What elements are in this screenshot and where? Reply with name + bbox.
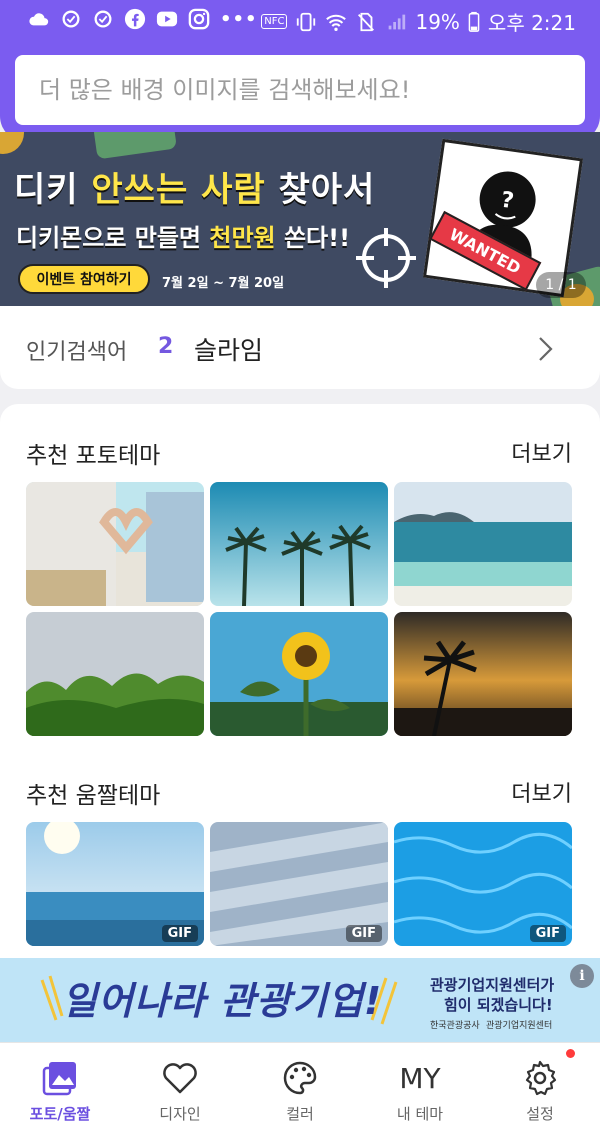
crosshair-icon xyxy=(356,228,416,288)
popular-search-term[interactable]: 슬라임 xyxy=(194,331,263,367)
clock: 오후 2:21 xyxy=(487,11,576,35)
status-icons-right: NFC 19% 오후 2:21 xyxy=(261,7,576,36)
no-sim-icon xyxy=(355,11,377,33)
nav-item-settings[interactable]: 설정 xyxy=(480,1043,600,1130)
nav-item-design[interactable]: 디자인 xyxy=(120,1043,240,1130)
ad-subtitle-2: 힘이 되겠습니다! xyxy=(444,996,553,1014)
nav-label: 내 테마 xyxy=(396,1105,444,1123)
search-header xyxy=(0,42,600,142)
status-bar: ••• NFC 19% 오후 2:21 xyxy=(0,0,600,42)
chevron-right-icon[interactable] xyxy=(534,336,556,362)
theme-thumbnail-sunny-sea[interactable]: GIF xyxy=(26,822,204,946)
instagram-icon xyxy=(188,8,210,30)
popular-search-label: 인기검색어 xyxy=(26,340,128,365)
theme-thumbnail-sunset-palm[interactable] xyxy=(394,612,572,736)
ad-banner[interactable]: 일어나라 관광기업! 관광기업지원센터가 힘이 되겠습니다! 한국관광공사 관광… xyxy=(0,958,600,1042)
nav-label: 디자인 xyxy=(159,1105,201,1123)
battery-text: 19% xyxy=(415,9,460,34)
image-icon xyxy=(40,1059,80,1097)
signal-icon xyxy=(385,11,407,33)
ad-info-icon[interactable]: i xyxy=(570,964,594,988)
my-icon-text: MY xyxy=(399,1061,441,1095)
my-icon: MY xyxy=(399,1059,441,1097)
nav-label: 포토/움짤 xyxy=(29,1105,91,1123)
gif-theme-grid: GIF GIF GIF xyxy=(26,822,572,946)
money-decoration xyxy=(93,132,177,160)
theme-thumbnail-sea-island[interactable] xyxy=(394,482,572,606)
gif-badge: GIF xyxy=(161,925,198,942)
ad-logo-center: 관광기업지원센터 xyxy=(486,1021,553,1031)
theme-thumbnail-blue-water[interactable]: GIF xyxy=(394,822,572,946)
coin-decoration xyxy=(0,132,24,154)
more-dots-icon: ••• xyxy=(220,8,258,30)
ad-headline: 일어나라 관광기업! xyxy=(62,979,383,1023)
theme-thumbnail-couple-heart[interactable] xyxy=(26,482,204,606)
banner-title: 디키 안쓰는 사람 찾아서 xyxy=(14,170,376,210)
nav-item-color[interactable]: 컬러 xyxy=(240,1043,360,1130)
facebook-icon xyxy=(124,8,146,30)
search-input[interactable] xyxy=(15,55,585,125)
popular-search-row[interactable]: 인기검색어 2 슬라임 xyxy=(0,306,600,389)
event-join-button[interactable]: 이벤트 참여하기 xyxy=(18,264,150,294)
theme-thumbnail-sunflower[interactable] xyxy=(210,612,388,736)
banner-page-counter: 1 / 1 xyxy=(536,272,586,298)
event-dates: 7월 2일 ~ 7월 20일 xyxy=(162,276,285,291)
gear-check-icon xyxy=(60,8,82,30)
nav-label: 컬러 xyxy=(286,1105,314,1123)
nav-item-photo-gif[interactable]: 포토/움짤 xyxy=(0,1043,120,1130)
youtube-icon xyxy=(156,8,178,30)
palette-icon xyxy=(280,1059,320,1097)
status-icons-left: ••• xyxy=(28,8,258,30)
photo-theme-more-link[interactable]: 더보기 xyxy=(511,436,572,468)
nav-item-my-theme[interactable]: MY 내 테마 xyxy=(360,1043,480,1130)
heart-icon xyxy=(160,1059,200,1097)
theme-content: 추천 포토테마 더보기 추천 움짤테마 더보기 GIF GIF GIF xyxy=(0,404,600,964)
banner-subtitle: 디키몬으로 만들면 천만원 쏜다!! xyxy=(16,224,351,252)
nav-label: 설정 xyxy=(526,1105,554,1123)
settings-gear-icon xyxy=(520,1059,560,1097)
photo-theme-grid xyxy=(26,482,572,736)
gif-badge: GIF xyxy=(529,925,566,942)
event-banner[interactable]: 디키 안쓰는 사람 찾아서 디키몬으로 만들면 천만원 쏜다!! 이벤트 참여하… xyxy=(0,132,600,308)
gif-theme-more-link[interactable]: 더보기 xyxy=(511,776,572,808)
gif-theme-section-title: 추천 움짤테마 xyxy=(26,783,161,809)
battery-icon xyxy=(468,11,480,33)
theme-thumbnail-green-leaves[interactable] xyxy=(26,612,204,736)
theme-thumbnail-palm-trees[interactable] xyxy=(210,482,388,606)
theme-thumbnail-leaf-shadow[interactable]: GIF xyxy=(210,822,388,946)
wifi-icon xyxy=(325,11,347,33)
popular-search-rank: 2 xyxy=(158,334,174,359)
cloud-icon xyxy=(28,8,50,30)
ad-subtitle-1: 관광기업지원센터가 xyxy=(430,976,555,994)
gif-badge: GIF xyxy=(345,925,382,942)
gear-check-icon xyxy=(92,8,114,30)
nfc-icon: NFC xyxy=(261,14,288,29)
vibrate-icon xyxy=(295,11,317,33)
ad-logo-kto: 한국관광공사 xyxy=(430,1021,480,1031)
photo-theme-section-title: 추천 포토테마 xyxy=(26,443,161,469)
notification-dot xyxy=(566,1049,575,1058)
bottom-navigation: 포토/움짤 디자인 컬러 MY 내 테마 설정 xyxy=(0,1042,600,1130)
